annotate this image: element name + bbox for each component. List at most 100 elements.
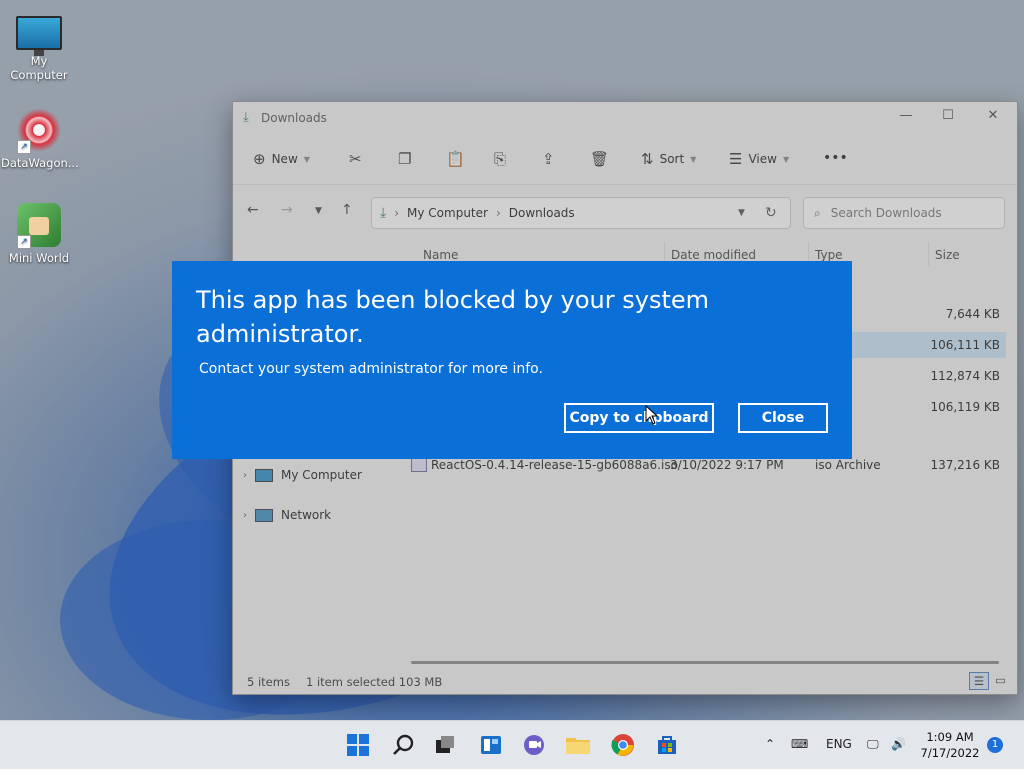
folder-icon bbox=[566, 738, 590, 754]
delete-button[interactable]: 🗑 bbox=[590, 150, 609, 168]
input-language[interactable]: ENG bbox=[826, 737, 852, 751]
tree-item-my-computer[interactable]: › My Computer bbox=[243, 468, 362, 482]
minimize-button[interactable]: — bbox=[891, 108, 921, 128]
back-arrow-icon[interactable]: ← bbox=[247, 202, 259, 218]
chevron-right-icon: › bbox=[243, 509, 247, 521]
file-date: 3/10/2022 9:17 PM bbox=[670, 458, 784, 472]
desktop-icon-my-computer[interactable]: My Computer bbox=[1, 10, 77, 82]
dialog-message: Contact your system administrator for mo… bbox=[199, 361, 543, 377]
title-bar: ⤓ Downloads — ☐ ✕ bbox=[233, 102, 1017, 134]
tree-item-network[interactable]: › Network bbox=[243, 508, 331, 522]
column-header-date-modified[interactable]: Date modified bbox=[671, 248, 756, 262]
selection-info: 1 item selected 103 MB bbox=[306, 675, 443, 689]
rename-icon: ⎘ bbox=[494, 150, 507, 168]
desktop-icon-datawagon[interactable]: ↗ DataWagon... bbox=[1, 108, 79, 170]
download-icon: ⤓ bbox=[380, 205, 387, 221]
breadcrumb-separator-icon: › bbox=[495, 206, 501, 220]
command-bar: ⊕ New ▼ ✂ ❐ 📋 ⎘ ⇪ 🗑 ⇅ Sort ▼ ☰ View ▼ ••… bbox=[233, 134, 1017, 185]
details-view-icon[interactable]: ☰ bbox=[969, 672, 989, 690]
address-dropdown-icon[interactable]: ▼ bbox=[738, 208, 745, 218]
dialog-heading: This app has been blocked by your system… bbox=[196, 286, 710, 348]
search-button[interactable] bbox=[389, 731, 417, 759]
forward-arrow-icon[interactable]: → bbox=[281, 202, 293, 218]
search-icon: ⌕ bbox=[814, 205, 821, 220]
network-icon bbox=[255, 508, 273, 522]
widgets-button[interactable] bbox=[477, 731, 505, 759]
chevron-down-icon: ▼ bbox=[782, 154, 790, 164]
system-clock[interactable]: 1:09 AM 7/17/2022 bbox=[918, 729, 982, 761]
share-icon: ⇪ bbox=[542, 150, 555, 168]
cut-button[interactable]: ✂ bbox=[349, 150, 362, 168]
scissors-icon: ✂ bbox=[349, 150, 362, 168]
horizontal-scrollbar[interactable] bbox=[411, 661, 999, 664]
chevron-down-icon: ▼ bbox=[690, 154, 697, 164]
blocked-app-dialog: This app has been blocked by your system… bbox=[172, 261, 852, 459]
window-title: Downloads bbox=[261, 111, 327, 125]
start-button[interactable] bbox=[344, 731, 372, 759]
datawagon-app-icon: ↗ bbox=[17, 108, 61, 154]
rename-button[interactable]: ⎘ bbox=[494, 150, 506, 168]
tiles-view-icon[interactable]: ▭ bbox=[995, 673, 1006, 687]
file-size: 137,216 KB bbox=[930, 458, 1000, 472]
download-icon: ⤓ bbox=[243, 110, 249, 125]
breadcrumb-downloads[interactable]: Downloads bbox=[509, 206, 575, 220]
trash-icon: 🗑 bbox=[590, 150, 610, 168]
recent-locations-chevron-icon[interactable]: ▼ bbox=[315, 206, 322, 216]
close-window-button[interactable]: ✕ bbox=[978, 108, 1008, 128]
copy-icon: ❐ bbox=[398, 150, 412, 168]
sort-button[interactable]: ⇅ Sort ▼ bbox=[641, 150, 696, 168]
touch-keyboard-icon[interactable]: ⌨ bbox=[791, 737, 808, 751]
up-arrow-icon[interactable]: ↑ bbox=[341, 202, 353, 218]
clock-date: 7/17/2022 bbox=[920, 746, 980, 760]
copy-to-clipboard-button[interactable]: Copy to clipboard bbox=[564, 403, 714, 433]
store-button[interactable] bbox=[653, 731, 681, 759]
mouse-pointer-icon bbox=[645, 405, 659, 425]
file-explorer-taskbar-button[interactable] bbox=[564, 731, 592, 759]
paste-button[interactable]: 📋 bbox=[446, 150, 465, 168]
address-bar[interactable]: ⤓ › My Computer › Downloads ▼ ↻ bbox=[371, 197, 791, 229]
desktop-icon-label: My Computer bbox=[10, 54, 68, 82]
search-input[interactable]: ⌕ Search Downloads bbox=[803, 197, 1005, 229]
windows-logo-icon bbox=[347, 734, 369, 756]
copy-button[interactable]: ❐ bbox=[398, 150, 411, 168]
column-header-type[interactable]: Type bbox=[815, 248, 843, 262]
sort-icon: ⇅ bbox=[641, 150, 654, 168]
desktop-icon-label: Mini World bbox=[8, 251, 70, 265]
chrome-icon bbox=[611, 734, 634, 756]
teams-chat-button[interactable] bbox=[520, 731, 548, 759]
search-icon bbox=[393, 734, 414, 755]
shortcut-arrow-icon: ↗ bbox=[17, 235, 31, 249]
desktop-icon-mini-world[interactable]: ↗ Mini World bbox=[1, 203, 77, 265]
widgets-icon bbox=[481, 736, 501, 754]
desktop-icon-label: DataWagon... bbox=[1, 156, 79, 170]
file-type: iso Archive bbox=[815, 458, 881, 472]
column-divider bbox=[928, 242, 929, 266]
refresh-icon[interactable]: ↻ bbox=[765, 205, 777, 221]
notification-badge[interactable]: 1 bbox=[987, 737, 1003, 753]
task-view-button[interactable] bbox=[431, 731, 459, 759]
breadcrumb-separator-icon: › bbox=[394, 206, 400, 220]
monitor-icon bbox=[16, 16, 62, 56]
taskbar: ⌃ ⌨ ENG 🖵 🔊 1:09 AM 7/17/2022 bbox=[0, 720, 1024, 769]
column-header-size[interactable]: Size bbox=[935, 248, 960, 262]
monitor-icon bbox=[255, 468, 273, 482]
show-hidden-icons-chevron-icon[interactable]: ⌃ bbox=[765, 737, 775, 751]
more-options-button[interactable]: ••• bbox=[823, 150, 848, 166]
breadcrumb-my-computer[interactable]: My Computer bbox=[407, 206, 488, 220]
column-header-name[interactable]: Name bbox=[423, 248, 458, 262]
file-name: ReactOS-0.4.14-release-15-gb6088a6.iso bbox=[431, 458, 678, 472]
volume-icon[interactable]: 🔊 bbox=[891, 737, 906, 751]
chat-icon bbox=[524, 735, 544, 755]
chevron-right-icon: › bbox=[243, 469, 247, 481]
chevron-down-icon: ▼ bbox=[303, 154, 310, 164]
maximize-button[interactable]: ☐ bbox=[933, 108, 963, 128]
new-button[interactable]: ⊕ New ▼ bbox=[253, 150, 310, 168]
view-button[interactable]: ☰ View ▼ bbox=[729, 150, 789, 168]
shortcut-arrow-icon: ↗ bbox=[17, 140, 31, 154]
chrome-button[interactable] bbox=[609, 731, 637, 759]
close-button[interactable]: Close bbox=[738, 403, 828, 433]
share-button[interactable]: ⇪ bbox=[542, 150, 555, 168]
task-view-icon bbox=[436, 736, 454, 753]
network-status-icon[interactable]: 🖵 bbox=[867, 737, 879, 752]
status-bar: 5 items 1 item selected 103 MB ☰ ▭ bbox=[233, 668, 1017, 694]
